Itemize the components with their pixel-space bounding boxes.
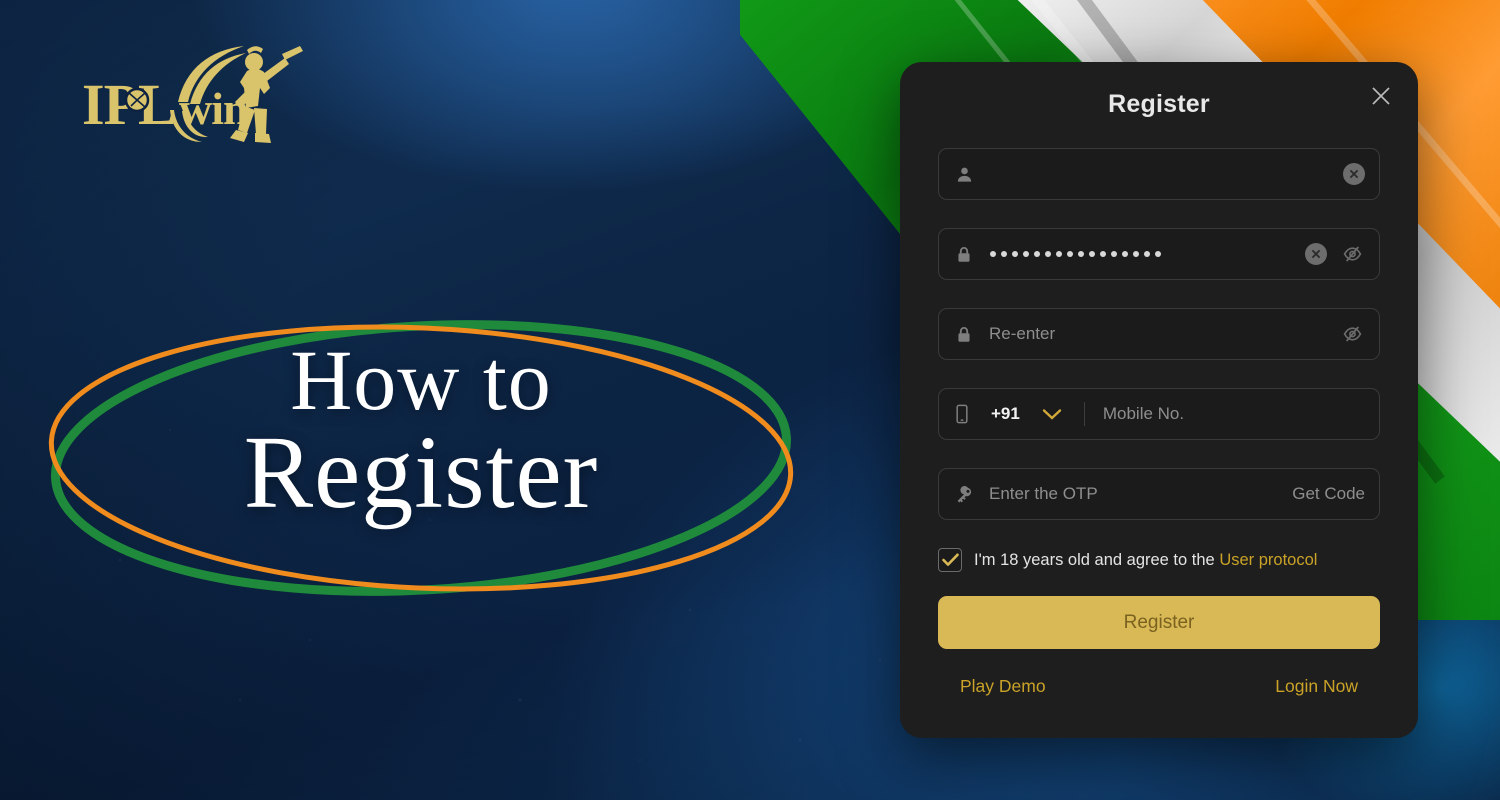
user-icon bbox=[955, 165, 981, 184]
play-demo-link[interactable]: Play Demo bbox=[960, 676, 1046, 697]
login-now-link[interactable]: Login Now bbox=[1275, 676, 1358, 697]
secondary-links-row: Play Demo Login Now bbox=[938, 676, 1380, 697]
page-title: How to Register bbox=[46, 332, 796, 531]
otp-field[interactable]: Enter the OTP Get Code bbox=[938, 468, 1380, 520]
headline-line-1: How to bbox=[290, 332, 552, 428]
password-visibility-toggle[interactable] bbox=[1341, 244, 1365, 264]
iplwin-logo[interactable]: IPL win bbox=[82, 44, 304, 148]
register-form: Re-enter +91 Mobile No. Enter the OTP Ge… bbox=[938, 148, 1380, 697]
lock-icon bbox=[955, 325, 981, 344]
password-input[interactable] bbox=[981, 251, 1297, 257]
clear-circle-icon bbox=[1311, 249, 1321, 259]
chevron-down-icon bbox=[1042, 408, 1062, 420]
agreement-checkbox[interactable] bbox=[938, 548, 962, 572]
register-submit-button[interactable]: Register bbox=[938, 596, 1380, 649]
modal-title: Register bbox=[1108, 90, 1210, 118]
mobile-field[interactable]: +91 Mobile No. bbox=[938, 388, 1380, 440]
eye-off-icon bbox=[1343, 326, 1362, 342]
phone-icon bbox=[955, 404, 981, 424]
get-code-button[interactable]: Get Code bbox=[1292, 484, 1365, 504]
age-agreement-row: I'm 18 years old and agree to the User p… bbox=[938, 548, 1380, 572]
page-background: IPL win How to Register Register bbox=[0, 0, 1500, 800]
agreement-text: I'm 18 years old and agree to the bbox=[974, 550, 1220, 569]
country-code-dropdown[interactable] bbox=[1042, 408, 1062, 421]
svg-text:win: win bbox=[179, 83, 248, 134]
close-icon bbox=[1372, 87, 1390, 105]
check-icon bbox=[941, 553, 959, 566]
mobile-number-input[interactable]: Mobile No. bbox=[1085, 404, 1365, 424]
confirm-password-field[interactable]: Re-enter bbox=[938, 308, 1380, 360]
clear-circle-icon bbox=[1349, 169, 1359, 179]
otp-input[interactable]: Enter the OTP bbox=[981, 484, 1292, 504]
agreement-label: I'm 18 years old and agree to the User p… bbox=[962, 551, 1317, 570]
password-clear-button[interactable] bbox=[1305, 243, 1327, 265]
close-button[interactable] bbox=[1364, 79, 1398, 113]
confirm-password-visibility-toggle[interactable] bbox=[1341, 324, 1365, 344]
country-code-value: +91 bbox=[991, 404, 1020, 423]
lock-icon bbox=[955, 245, 981, 264]
username-clear-button[interactable] bbox=[1343, 163, 1365, 185]
password-field[interactable] bbox=[938, 228, 1380, 280]
eye-off-icon bbox=[1343, 246, 1362, 262]
register-modal: Register Re-enter +91 Mobile No. Enter t… bbox=[900, 62, 1418, 738]
key-icon bbox=[955, 485, 981, 504]
confirm-password-input[interactable]: Re-enter bbox=[981, 324, 1327, 344]
headline-line-2: Register bbox=[243, 415, 599, 531]
headline-block: How to Register bbox=[46, 308, 796, 608]
user-protocol-link[interactable]: User protocol bbox=[1219, 551, 1317, 569]
username-field[interactable] bbox=[938, 148, 1380, 200]
